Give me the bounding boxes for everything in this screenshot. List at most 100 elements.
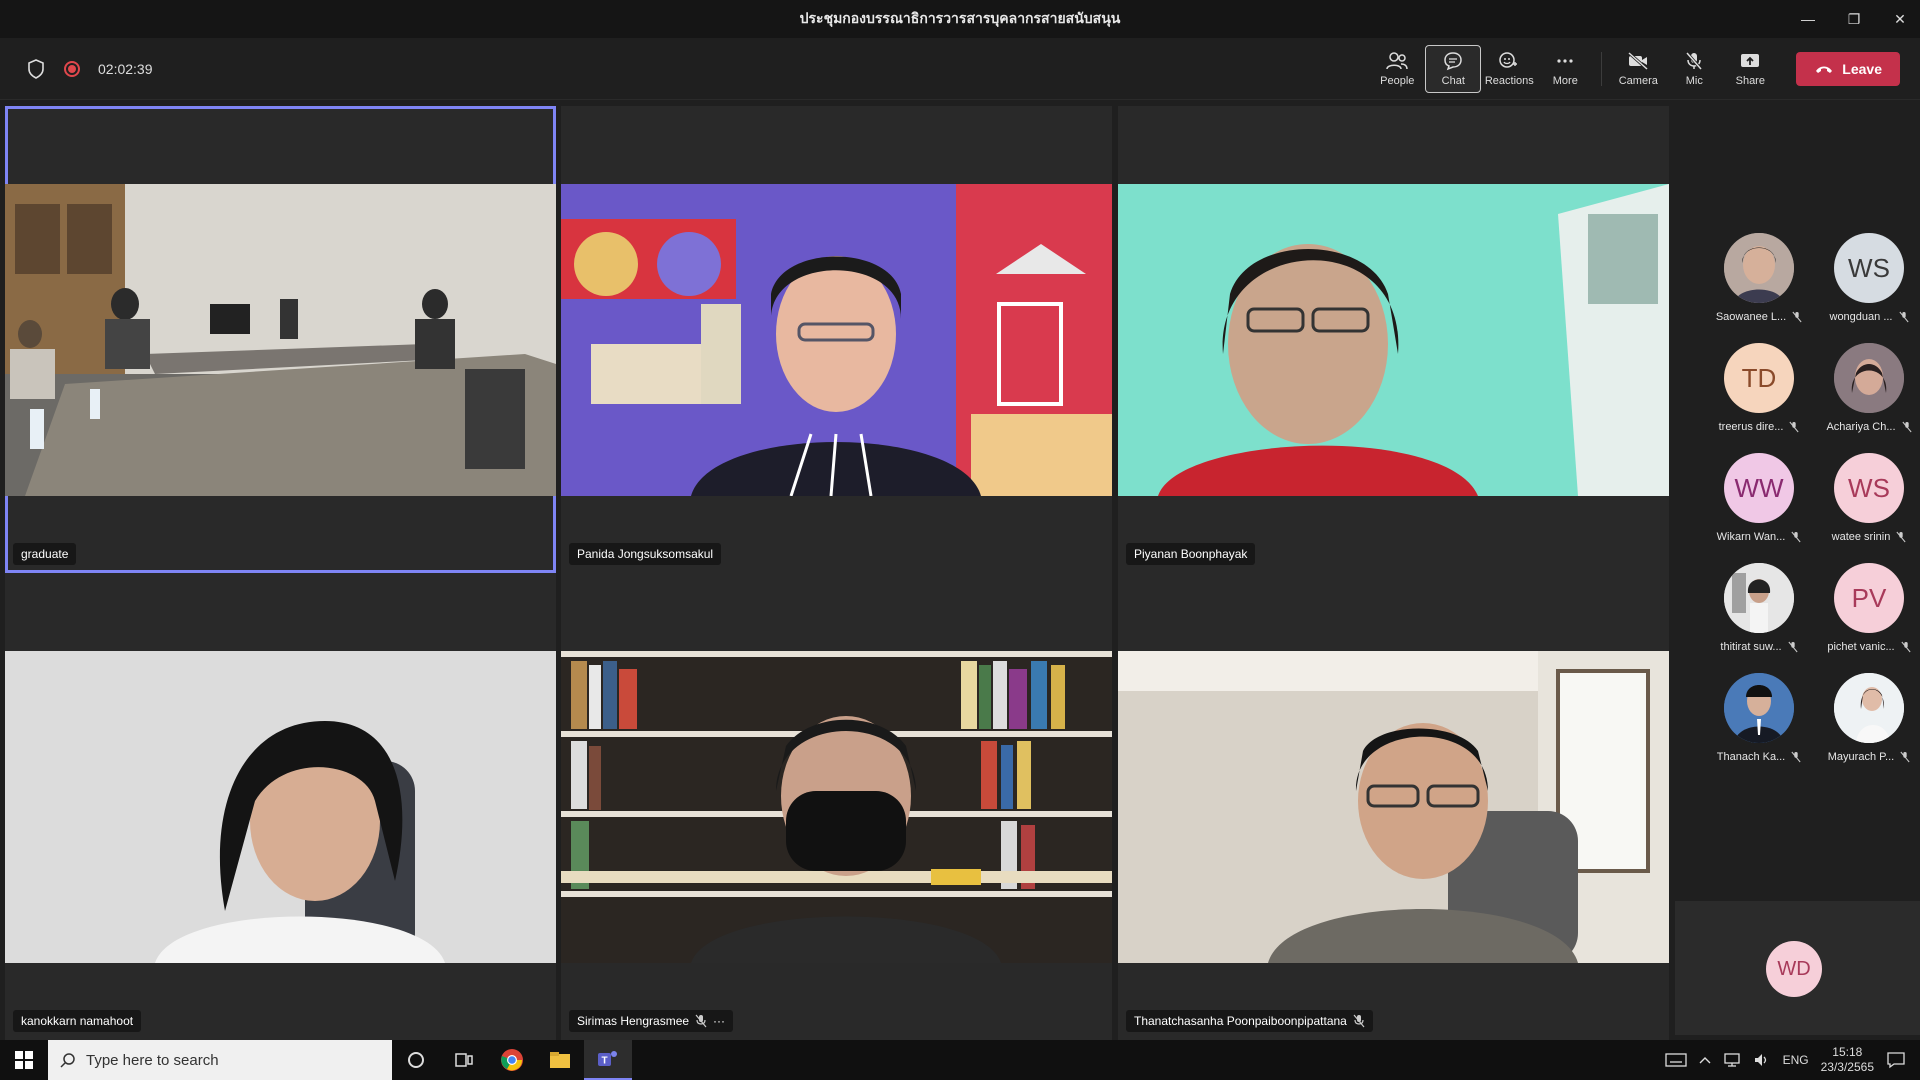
meeting-title: ประชุมกองบรรณาธิการวารสารบุคลากรสายสนับส…	[799, 10, 1121, 26]
participant-rail: Saowanee L... WS wongduan ... TD treerus…	[1675, 100, 1920, 1040]
participant-name-tag: Thanatchasanha Poonpaiboonpipattana	[1126, 1010, 1373, 1032]
notifications-icon[interactable]	[1886, 1051, 1906, 1069]
muted-mic-icon	[1901, 421, 1912, 433]
file-explorer-button[interactable]	[536, 1040, 584, 1080]
rail-participant[interactable]: thitirat suw...	[1704, 563, 1814, 663]
shield-icon[interactable]	[26, 58, 46, 80]
windows-taskbar: Type here to search T ENG 15:18 23/3/256…	[0, 1040, 1920, 1080]
avatar-initials: WW	[1734, 472, 1784, 503]
participant-name: Thanatchasanha Poonpaiboonpipattana	[1134, 1014, 1347, 1028]
windows-logo-icon	[15, 1051, 33, 1069]
rail-participant-name: Saowanee L...	[1715, 311, 1787, 323]
hangup-icon	[1816, 66, 1833, 73]
chrome-taskbar-button[interactable]	[488, 1040, 536, 1080]
close-window-button[interactable]: ✕	[1880, 0, 1920, 38]
video-tile-sirimas[interactable]: Sirimas Hengrasmee ···	[561, 573, 1112, 1040]
volume-icon[interactable]	[1753, 1052, 1771, 1068]
participant-name-tag: Sirimas Hengrasmee ···	[569, 1010, 734, 1032]
folder-icon	[550, 1052, 570, 1068]
rail-participant[interactable]: Saowanee L...	[1704, 233, 1814, 333]
avatar	[1834, 673, 1904, 743]
share-label: Share	[1735, 75, 1765, 87]
chrome-icon	[501, 1049, 523, 1071]
chat-button[interactable]: Chat	[1425, 45, 1482, 93]
self-avatar: WD	[1766, 941, 1822, 997]
muted-mic-icon	[1896, 531, 1906, 543]
network-icon[interactable]	[1723, 1052, 1741, 1068]
cortana-button[interactable]	[392, 1040, 440, 1080]
clock-time: 15:18	[1832, 1045, 1863, 1059]
window-titlebar: ประชุมกองบรรณาธิการวารสารบุคลากรสายสนับส…	[0, 0, 1920, 38]
muted-mic-icon	[1353, 1014, 1365, 1028]
rail-participant-name: treerus dire...	[1718, 421, 1784, 433]
share-button[interactable]: Share	[1722, 45, 1778, 93]
restore-button[interactable]: ❐	[1834, 0, 1874, 38]
clock-date: 23/3/2565	[1820, 1060, 1874, 1074]
leave-label: Leave	[1842, 61, 1882, 77]
mic-label: Mic	[1685, 75, 1703, 87]
conference-room-video	[5, 184, 556, 496]
avatar: WS	[1834, 233, 1904, 303]
reactions-button[interactable]: Reactions	[1481, 45, 1537, 93]
video-tile-kanokkarn[interactable]: kanokkarn namahoot	[5, 573, 556, 1040]
rail-participant-name: thitirat suw...	[1720, 641, 1782, 653]
participant-name: Piyanan Boonphayak	[1134, 547, 1248, 561]
toolbar-divider	[1601, 52, 1603, 86]
rail-participant[interactable]: Mayurach P...	[1814, 673, 1920, 773]
rail-participant-name: Mayurach P...	[1827, 751, 1895, 763]
video-tile-graduate[interactable]: graduate	[5, 106, 556, 573]
video-tile-piyanan[interactable]: Piyanan Boonphayak	[1118, 106, 1669, 573]
tile-more-options[interactable]: ···	[713, 1014, 725, 1028]
task-view-icon	[455, 1053, 473, 1067]
muted-mic-icon	[1792, 311, 1802, 323]
muted-mic-icon	[1791, 751, 1801, 763]
people-button[interactable]: People	[1369, 45, 1425, 93]
search-placeholder: Type here to search	[86, 1051, 219, 1069]
avatar-initials: TD	[1741, 362, 1777, 393]
chat-label: Chat	[1441, 75, 1465, 87]
svg-text:T: T	[601, 1056, 607, 1067]
participant-video	[1118, 651, 1669, 963]
muted-mic-icon	[1900, 751, 1910, 763]
avatar	[1724, 673, 1794, 743]
rail-participant[interactable]: TD treerus dire...	[1704, 343, 1814, 443]
camera-button[interactable]: Camera	[1610, 45, 1666, 93]
taskbar-search-box[interactable]: Type here to search	[48, 1040, 392, 1080]
people-label: People	[1380, 75, 1415, 87]
cortana-icon	[408, 1052, 424, 1068]
rail-participant-name: pichet vanic...	[1827, 641, 1895, 653]
muted-mic-icon	[695, 1014, 707, 1028]
rail-participant[interactable]: WW Wikarn Wan...	[1704, 453, 1814, 553]
more-button[interactable]: More	[1537, 45, 1593, 93]
task-view-button[interactable]	[440, 1040, 488, 1080]
rail-participant[interactable]: WS wongduan ...	[1814, 233, 1920, 333]
rail-participant[interactable]: WS watee srinin	[1814, 453, 1920, 553]
rail-participant[interactable]: Achariya Ch...	[1814, 343, 1920, 443]
muted-mic-icon	[1789, 421, 1799, 433]
participant-name: Panida Jongsuksomsakul	[577, 547, 714, 561]
language-indicator[interactable]: ENG	[1783, 1053, 1809, 1067]
rail-participant-name: Achariya Ch...	[1826, 421, 1896, 433]
window-controls: — ❐ ✕	[1782, 0, 1920, 38]
video-tile-panida[interactable]: Panida Jongsuksomsakul	[561, 106, 1112, 573]
leave-button[interactable]: Leave	[1796, 52, 1900, 86]
reactions-label: Reactions	[1484, 75, 1534, 87]
rail-participant[interactable]: Thanach Ka...	[1704, 673, 1814, 773]
mic-off-icon	[1686, 52, 1703, 70]
teams-taskbar-button[interactable]: T	[584, 1040, 632, 1080]
mic-button[interactable]: Mic	[1666, 45, 1722, 93]
reactions-icon	[1499, 52, 1518, 68]
rail-participant[interactable]: PV pichet vanic...	[1814, 563, 1920, 663]
more-icon	[1557, 59, 1573, 63]
taskbar-clock[interactable]: 15:18 23/3/2565	[1821, 1045, 1874, 1075]
muted-mic-icon	[1901, 641, 1911, 653]
minimize-button[interactable]: —	[1788, 0, 1828, 38]
recording-indicator-icon	[64, 61, 80, 77]
chevron-up-icon[interactable]	[1699, 1056, 1711, 1064]
start-button[interactable]	[0, 1040, 48, 1080]
self-preview-tile[interactable]: WD	[1675, 901, 1920, 1035]
keyboard-icon[interactable]	[1664, 1053, 1687, 1067]
video-tile-thanatchasanha[interactable]: Thanatchasanha Poonpaiboonpipattana	[1118, 573, 1669, 1040]
participant-video	[1118, 184, 1669, 496]
avatar-initials: WD	[1777, 957, 1811, 980]
